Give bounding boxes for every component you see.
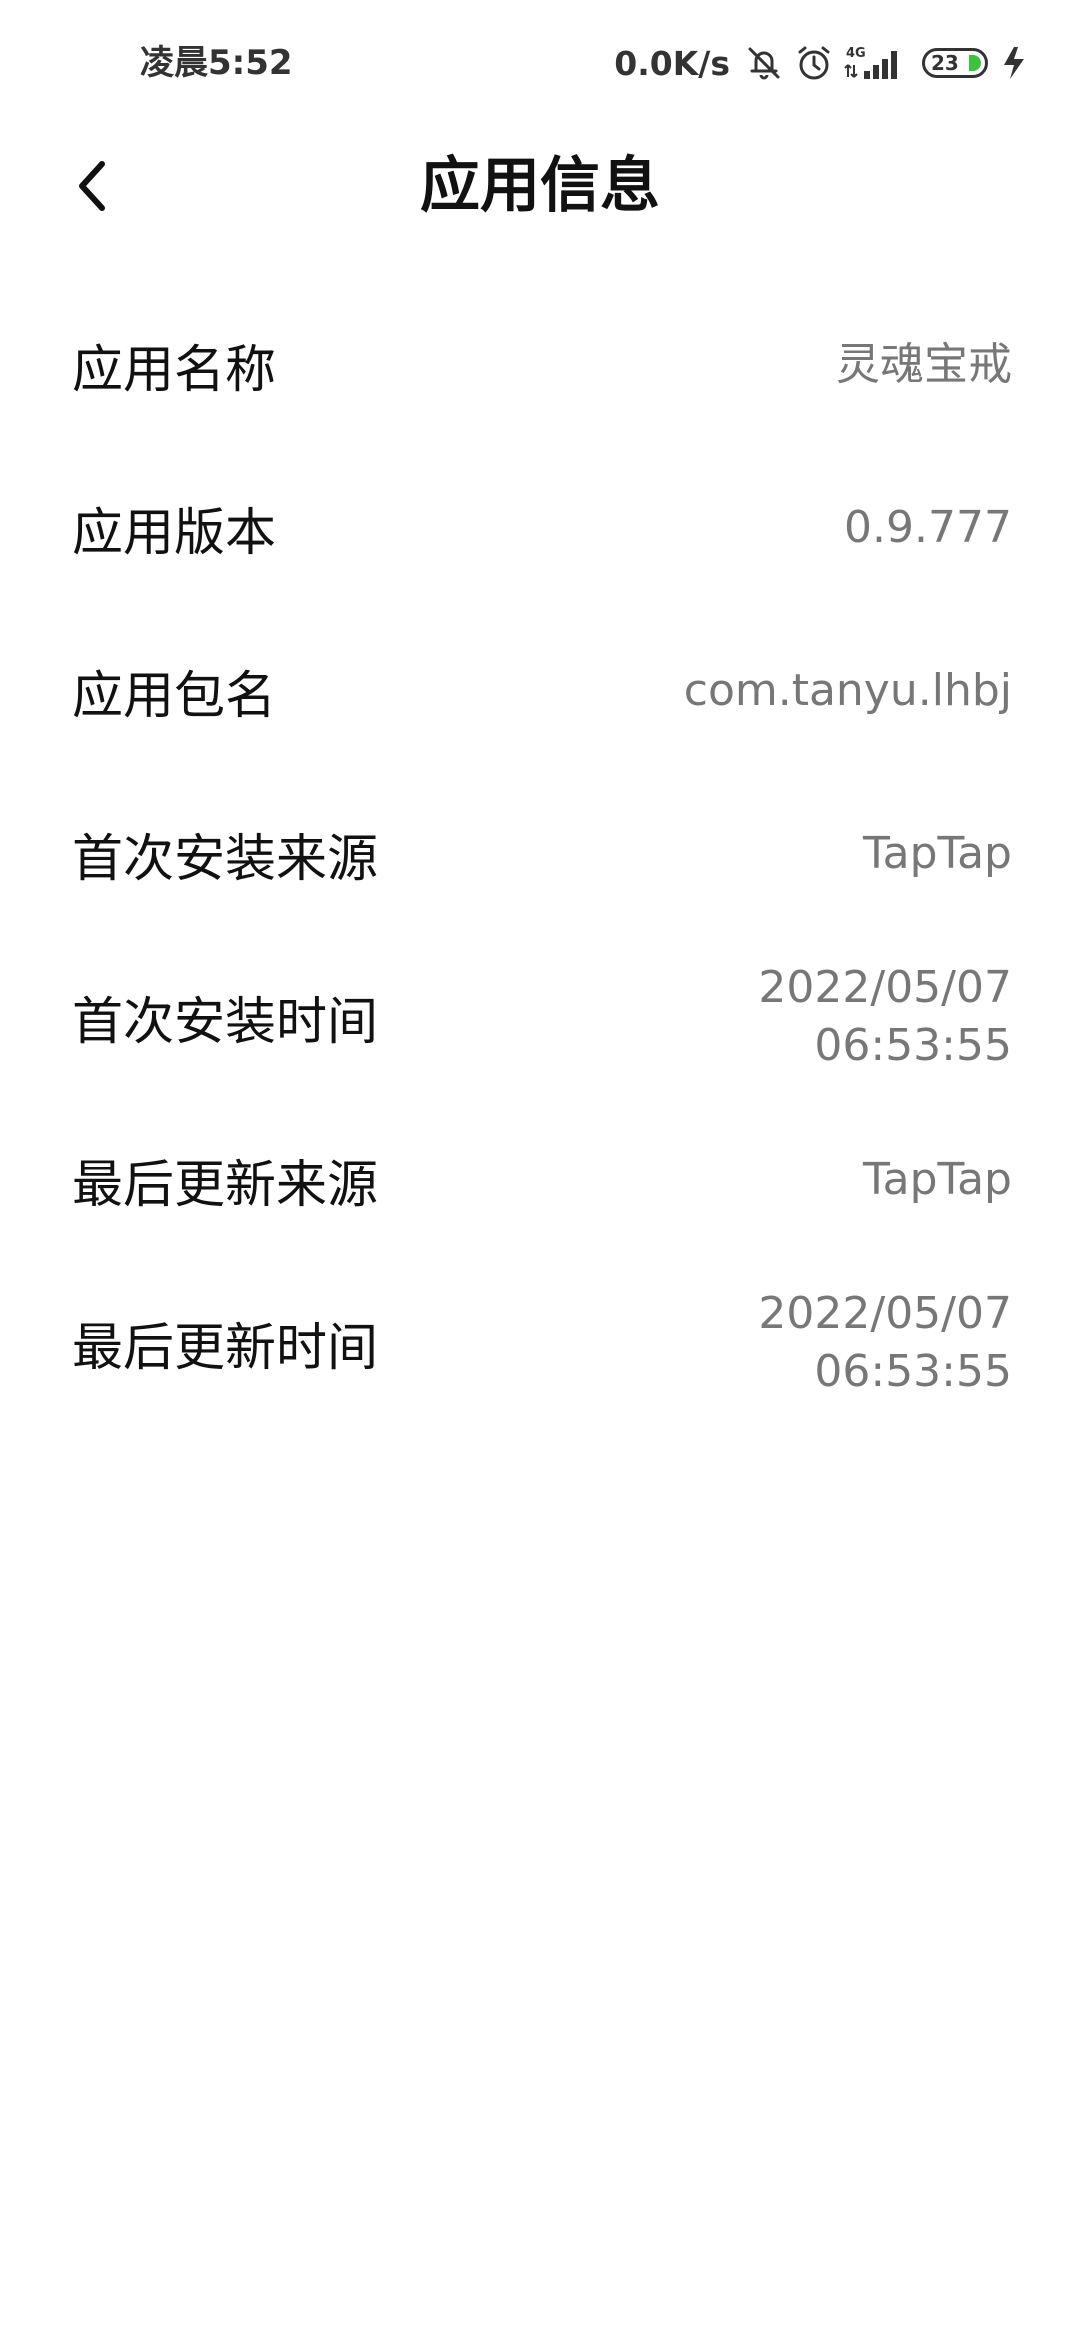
info-row-first-install-source: 首次安装来源 TapTap xyxy=(0,772,1080,935)
last-update-clock: 06:53:55 xyxy=(814,1345,1012,1397)
mute-vibrate-icon xyxy=(744,43,784,83)
first-install-clock: 06:53:55 xyxy=(814,1019,1012,1071)
last-update-source-label: 最后更新来源 xyxy=(72,1155,379,1215)
app-name-label: 应用名称 xyxy=(72,340,277,400)
battery-fill xyxy=(969,55,981,71)
last-update-source-value: TapTap xyxy=(863,1153,1012,1205)
package-name-value: com.tanyu.lhbj xyxy=(683,664,1012,716)
alarm-icon xyxy=(794,43,834,83)
last-update-time-label: 最后更新时间 xyxy=(72,1318,379,1378)
info-row-first-install-time: 首次安装时间 2022/05/07 06:53:55 xyxy=(0,935,1080,1098)
first-install-time-label: 首次安装时间 xyxy=(72,992,379,1052)
app-version-value: 0.9.777 xyxy=(844,501,1012,553)
network-type-text: 4G xyxy=(846,46,866,61)
header: 应用信息 xyxy=(0,126,1080,246)
first-install-date: 2022/05/07 xyxy=(758,961,1012,1013)
app-name-value: 灵魂宝戒 xyxy=(836,338,1012,390)
info-row-last-update-source: 最后更新来源 TapTap xyxy=(0,1098,1080,1261)
last-update-date: 2022/05/07 xyxy=(758,1287,1012,1339)
first-install-source-value: TapTap xyxy=(863,827,1012,879)
first-install-source-label: 首次安装来源 xyxy=(72,829,379,889)
last-update-time-value: 2022/05/07 06:53:55 xyxy=(758,1285,1012,1401)
info-row-last-update-time: 最后更新时间 2022/05/07 06:53:55 xyxy=(0,1261,1080,1424)
battery-level: 23 xyxy=(931,51,959,75)
app-version-label: 应用版本 xyxy=(72,503,277,563)
status-icons: 0.0K/s 4G 23 xyxy=(614,36,1032,90)
charging-icon xyxy=(998,43,1032,83)
package-name-label: 应用包名 xyxy=(72,666,277,726)
app-info-list: 应用名称 灵魂宝戒 应用版本 0.9.777 应用包名 com.tanyu.lh… xyxy=(0,283,1080,1424)
info-row-app-version: 应用版本 0.9.777 xyxy=(0,446,1080,609)
signal-icon: 4G xyxy=(844,43,908,83)
status-bar: 凌晨5:52 0.0K/s 4G 23 xyxy=(0,0,1080,126)
battery-icon: 23 xyxy=(922,48,988,78)
info-row-package-name: 应用包名 com.tanyu.lhbj xyxy=(0,609,1080,772)
page-title: 应用信息 xyxy=(420,151,660,221)
info-row-app-name: 应用名称 灵魂宝戒 xyxy=(0,283,1080,446)
status-time: 凌晨5:52 xyxy=(140,43,293,83)
first-install-time-value: 2022/05/07 06:53:55 xyxy=(758,959,1012,1075)
network-speed: 0.0K/s xyxy=(614,43,730,83)
